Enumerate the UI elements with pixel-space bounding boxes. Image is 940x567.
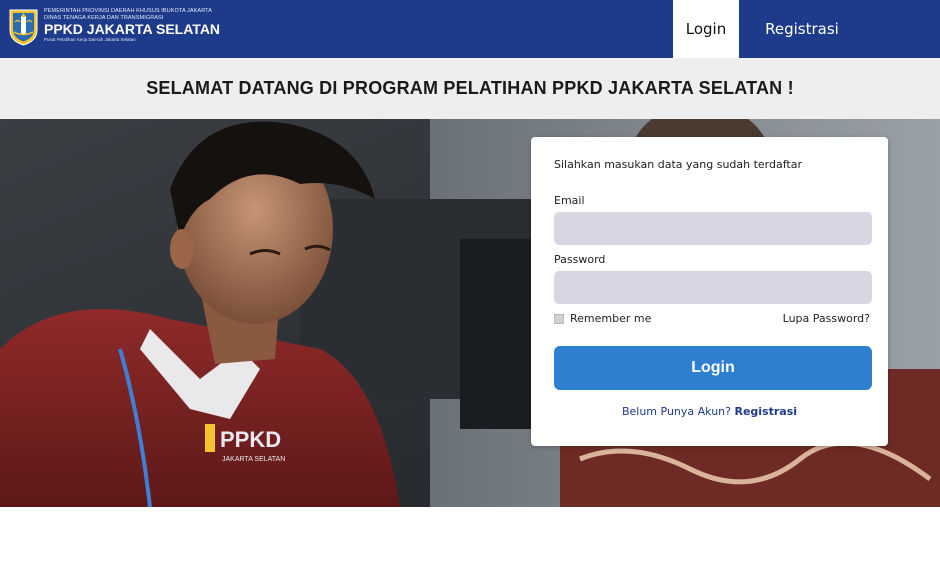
page-bottom-space bbox=[0, 507, 940, 567]
welcome-title: SELAMAT DATANG DI PROGRAM PELATIHAN PPKD… bbox=[146, 78, 794, 98]
forgot-password-link[interactable]: Lupa Password? bbox=[783, 312, 870, 325]
signup-prompt: Belum Punya Akun? Registrasi bbox=[531, 405, 888, 418]
monitor-edge bbox=[460, 239, 540, 429]
shirt-logo-text: PPKD bbox=[220, 427, 281, 452]
top-navbar: PEMERINTAH PROVINSI DAERAH KHUSUS IBUKOT… bbox=[0, 0, 940, 58]
checkbox-icon[interactable] bbox=[554, 313, 564, 324]
login-card: Silahkan masukan data yang sudah terdaft… bbox=[531, 137, 888, 446]
login-intro-text: Silahkan masukan data yang sudah terdaft… bbox=[554, 158, 802, 171]
logo-title: PPKD JAKARTA SELATAN bbox=[44, 21, 221, 38]
email-field[interactable] bbox=[554, 212, 872, 245]
logo-line2: DINAS TENAGA KERJA DAN TRANSMIGRASI bbox=[44, 14, 164, 21]
shirt-logo-sub: JAKARTA SELATAN bbox=[222, 456, 285, 463]
email-label: Email bbox=[554, 194, 585, 207]
remember-me-checkbox[interactable]: Remember me bbox=[554, 312, 651, 325]
nav-login-tab[interactable]: Login bbox=[673, 0, 739, 58]
password-field[interactable] bbox=[554, 271, 872, 304]
login-button[interactable]: Login bbox=[554, 346, 872, 390]
logo-line1: PEMERINTAH PROVINSI DAERAH KHUSUS IBUKOT… bbox=[44, 8, 212, 14]
signup-link[interactable]: Registrasi bbox=[734, 405, 797, 418]
logo-text: PEMERINTAH PROVINSI DAERAH KHUSUS IBUKOT… bbox=[44, 8, 220, 43]
trainee-ear bbox=[170, 229, 194, 269]
nav-register-link[interactable]: Registrasi bbox=[757, 0, 847, 58]
remember-me-label: Remember me bbox=[570, 312, 652, 325]
dki-jakarta-crest-icon bbox=[9, 9, 38, 46]
logo-tagline: Pusat Pelatihan Kerja Daerah Jakarta Sel… bbox=[44, 37, 136, 43]
password-label: Password bbox=[554, 253, 606, 266]
signup-prompt-text: Belum Punya Akun? bbox=[621, 405, 731, 418]
site-logo[interactable]: PEMERINTAH PROVINSI DAERAH KHUSUS IBUKOT… bbox=[8, 8, 220, 46]
welcome-banner: SELAMAT DATANG DI PROGRAM PELATIHAN PPKD… bbox=[0, 58, 940, 119]
shirt-logo-mark bbox=[205, 424, 215, 452]
